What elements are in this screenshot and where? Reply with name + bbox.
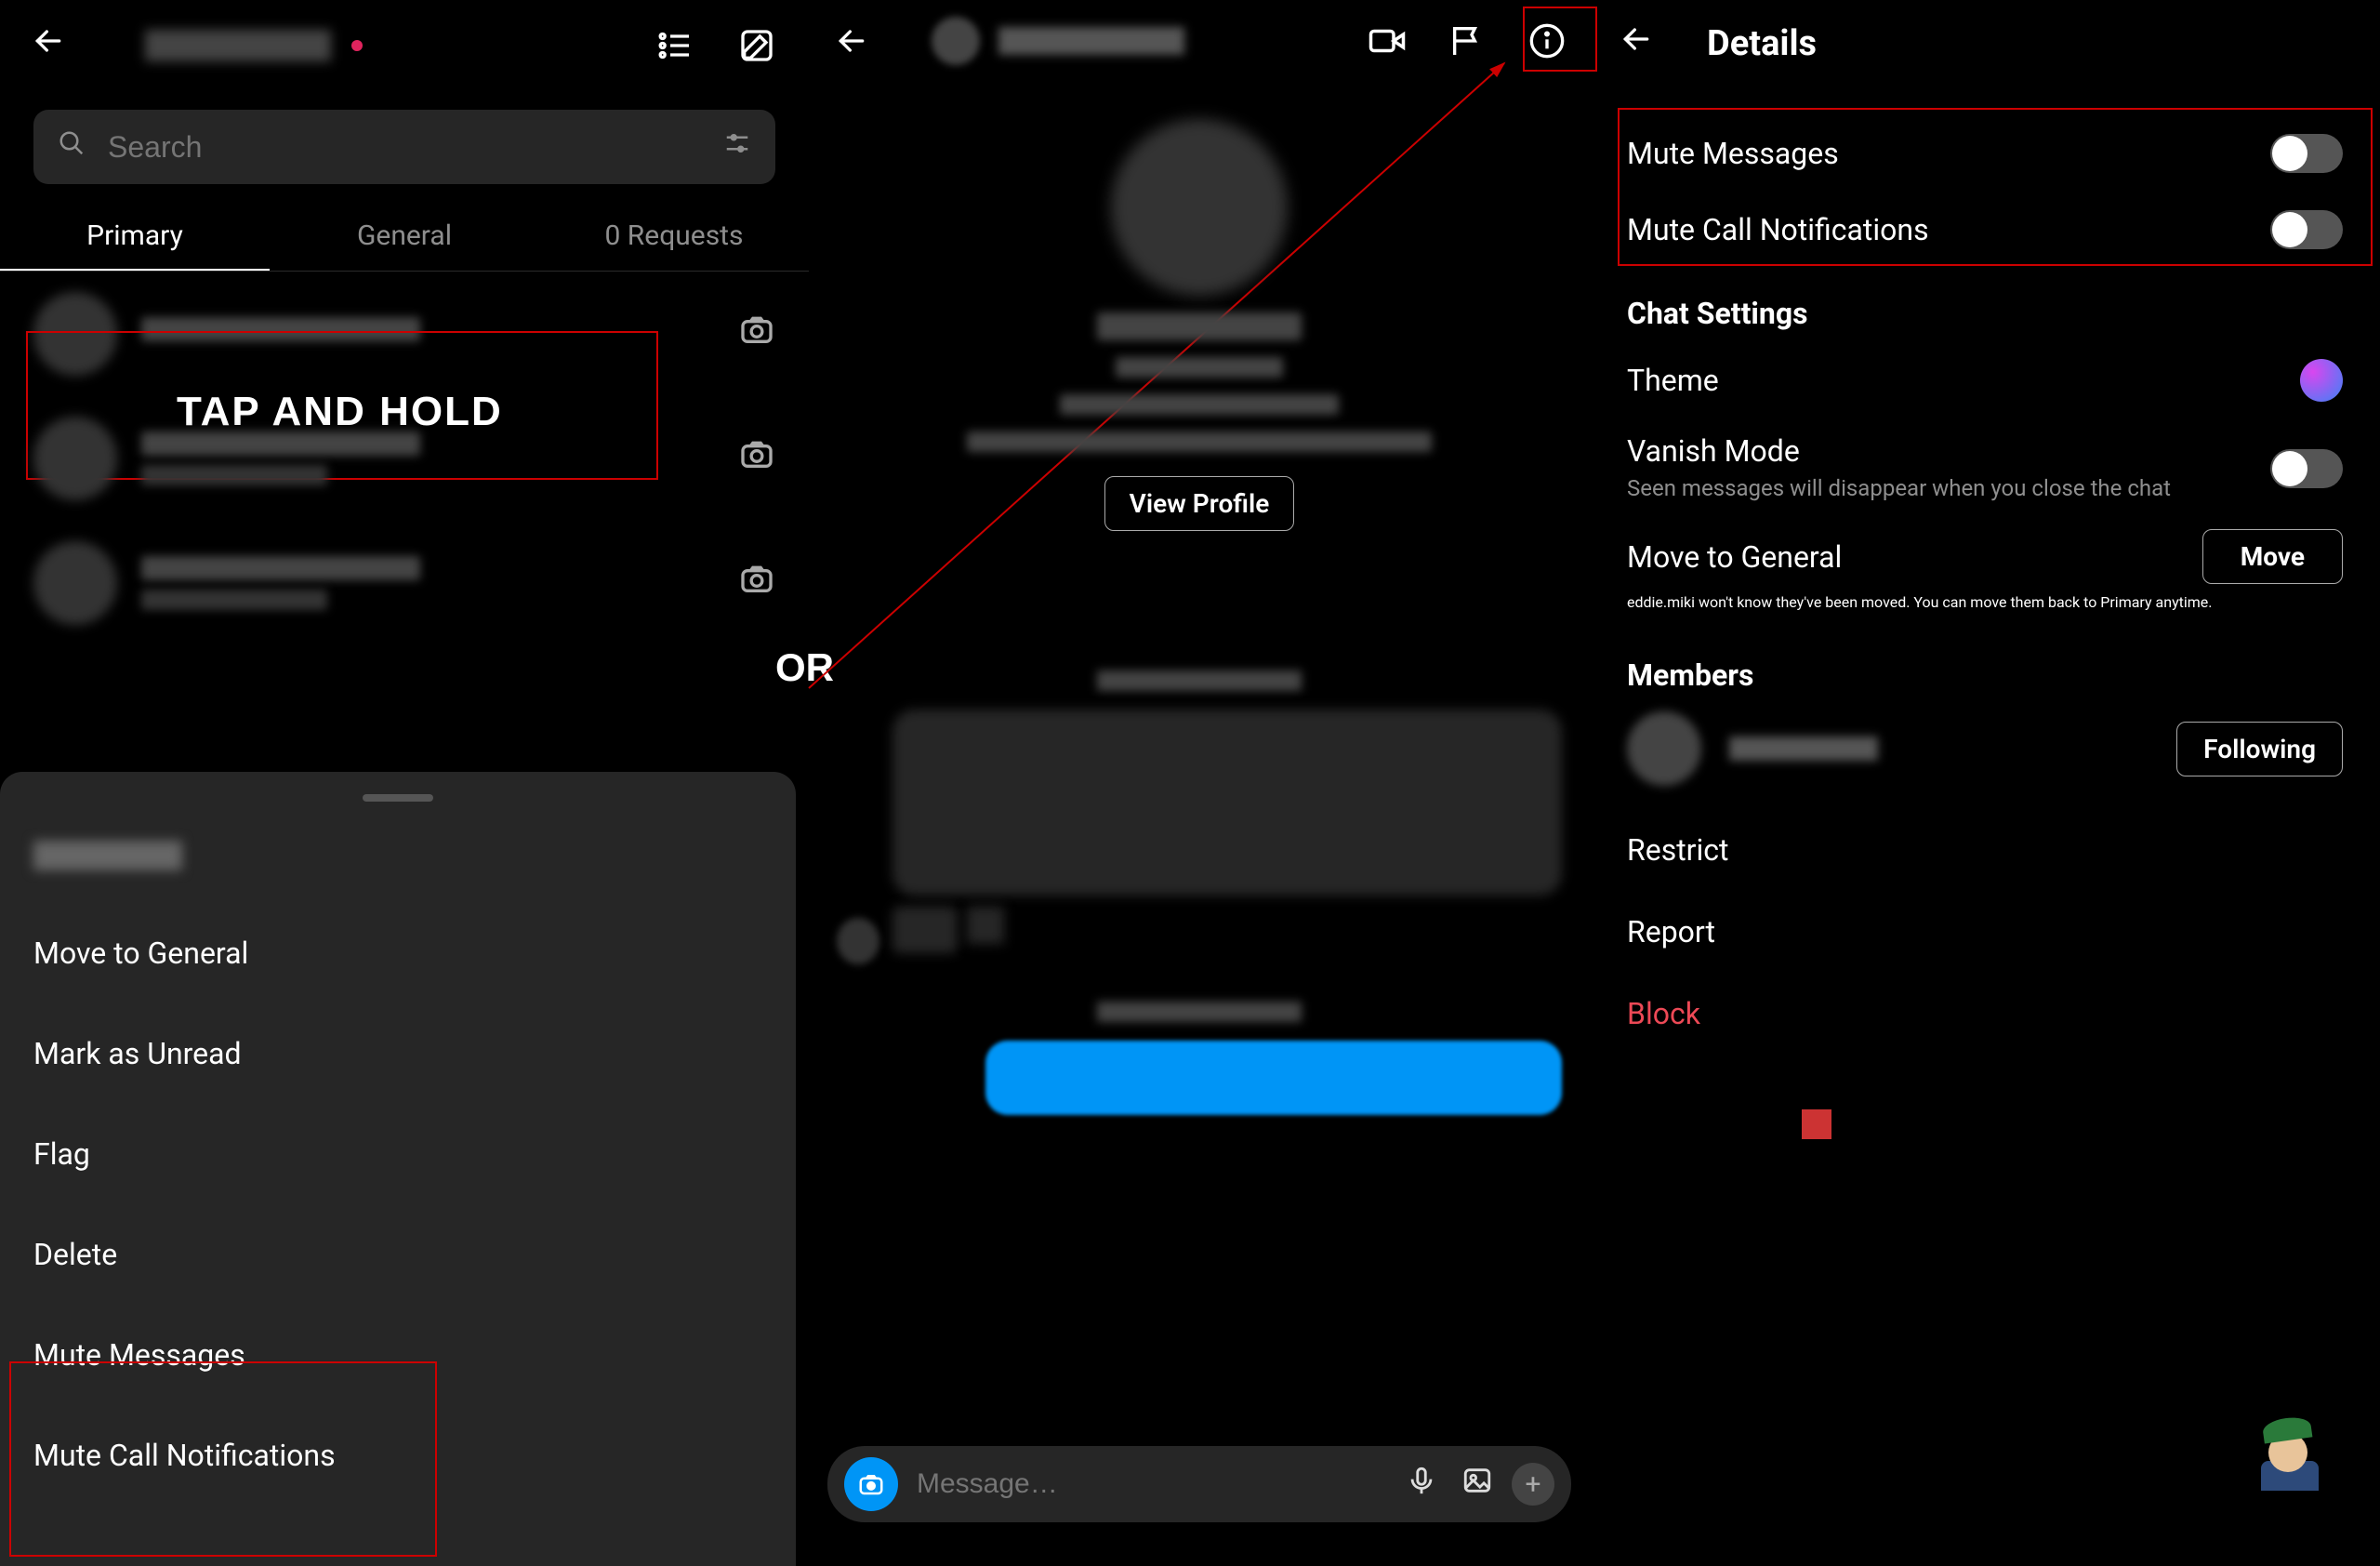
context-username — [33, 841, 182, 870]
vanish-label: Vanish Mode — [1627, 433, 2171, 469]
list-icon[interactable] — [653, 23, 697, 68]
profile-preview: View Profile — [809, 119, 1590, 531]
message-bubble[interactable] — [985, 1041, 1562, 1115]
details-screen: Details Mute Messages Mute Call Notifica… — [1590, 0, 2380, 1546]
dm-tabs: Primary General 0 Requests — [0, 203, 809, 272]
mute-calls-row: Mute Call Notifications — [1627, 192, 2343, 268]
camera-button[interactable] — [844, 1457, 898, 1511]
search-icon — [58, 128, 86, 166]
menu-delete[interactable]: Delete — [33, 1237, 762, 1272]
outgoing-message — [809, 1041, 1590, 1145]
menu-mark-unread[interactable]: Mark as Unread — [33, 1036, 762, 1071]
details-header: Details — [1590, 0, 2380, 87]
theme-label: Theme — [1627, 363, 1719, 398]
mute-messages-toggle[interactable] — [2270, 134, 2343, 173]
timestamp — [1097, 1002, 1302, 1022]
dm-list-screen: Primary General 0 Requests TAP AND HOLD … — [0, 0, 809, 1546]
microphone-icon[interactable] — [1406, 1465, 1437, 1505]
profile-meta — [1060, 394, 1339, 415]
account-username[interactable] — [145, 30, 331, 61]
tab-requests[interactable]: 0 Requests — [539, 203, 809, 271]
details-body: Mute Messages Mute Call Notifications Ch… — [1590, 87, 2380, 1059]
block-action[interactable]: Block — [1627, 996, 2343, 1031]
chat-username[interactable] — [998, 27, 1184, 55]
dm-header — [0, 0, 809, 91]
search-bar[interactable] — [33, 110, 775, 184]
member-name — [1729, 737, 1878, 761]
message-bubble[interactable] — [892, 710, 1562, 896]
mute-calls-label: Mute Call Notifications — [1627, 212, 1929, 247]
back-icon[interactable] — [827, 17, 876, 65]
camera-icon[interactable] — [738, 435, 775, 482]
filter-icon[interactable] — [723, 129, 751, 165]
vanish-sublabel: Seen messages will disappear when you cl… — [1627, 474, 2171, 503]
chat-settings-title: Chat Settings — [1627, 296, 2343, 331]
chat-row[interactable] — [0, 521, 809, 645]
drag-handle[interactable] — [363, 794, 433, 802]
flag-icon[interactable] — [1443, 17, 1491, 65]
restrict-action[interactable]: Restrict — [1627, 832, 2343, 868]
profile-name — [1097, 312, 1302, 340]
unread-dot — [351, 40, 363, 51]
reaction[interactable] — [892, 907, 958, 953]
annotation-or: OR — [775, 645, 834, 690]
message-composer: + — [827, 1446, 1571, 1522]
mascot-icon — [2257, 1414, 2324, 1491]
menu-mute-messages[interactable]: Mute Messages — [33, 1337, 762, 1373]
incoming-message — [809, 710, 1590, 964]
menu-move-general[interactable]: Move to General — [33, 936, 762, 971]
profile-handle — [1116, 357, 1283, 378]
report-action[interactable]: Report — [1627, 914, 2343, 949]
view-profile-button[interactable]: View Profile — [1104, 476, 1295, 531]
chat-header — [809, 0, 1590, 82]
camera-icon[interactable] — [738, 311, 775, 357]
gallery-icon[interactable] — [1461, 1465, 1493, 1505]
chat-screen: OR View Profile — [809, 0, 1590, 1546]
reaction[interactable] — [967, 907, 1004, 944]
chat-row[interactable] — [0, 272, 809, 396]
move-row: Move to General Move — [1627, 516, 2343, 597]
compose-icon[interactable] — [734, 23, 779, 68]
mute-calls-toggle[interactable] — [2270, 210, 2343, 249]
context-menu: Move to General Mark as Unread Flag Dele… — [0, 772, 796, 1566]
avatar[interactable] — [1111, 119, 1288, 296]
mute-messages-row: Mute Messages — [1627, 115, 2343, 192]
move-sublabel: eddie.miki won't know they've been moved… — [1627, 593, 2343, 611]
menu-flag[interactable]: Flag — [33, 1136, 762, 1172]
back-icon[interactable] — [1618, 19, 1655, 69]
vanish-row: Vanish Mode Seen messages will disappear… — [1627, 420, 2343, 516]
mute-messages-label: Mute Messages — [1627, 136, 1839, 171]
tab-primary[interactable]: Primary — [0, 203, 270, 271]
video-call-icon[interactable] — [1363, 17, 1411, 65]
avatar[interactable] — [1627, 711, 1701, 786]
theme-row[interactable]: Theme — [1627, 340, 2343, 420]
back-icon[interactable] — [30, 20, 67, 71]
avatar — [33, 541, 117, 625]
member-row: Following — [1627, 711, 2343, 786]
tab-general[interactable]: General — [270, 203, 539, 271]
annotation-tap-hold: TAP AND HOLD — [177, 389, 503, 435]
theme-color-icon — [2300, 359, 2343, 402]
members-title: Members — [1627, 657, 2343, 693]
profile-meta — [967, 431, 1432, 452]
avatar — [33, 417, 117, 500]
search-input[interactable] — [108, 130, 723, 165]
message-input[interactable] — [917, 1468, 1382, 1500]
avatar — [837, 918, 879, 964]
menu-mute-calls[interactable]: Mute Call Notifications — [33, 1438, 762, 1473]
avatar — [33, 292, 117, 376]
info-icon[interactable] — [1523, 17, 1571, 65]
following-button[interactable]: Following — [2176, 722, 2343, 776]
more-icon[interactable]: + — [1512, 1463, 1554, 1506]
camera-icon[interactable] — [738, 560, 775, 606]
timestamp — [1097, 670, 1302, 691]
vanish-toggle[interactable] — [2270, 449, 2343, 488]
avatar[interactable] — [932, 17, 980, 65]
move-button[interactable]: Move — [2202, 529, 2343, 584]
page-title: Details — [1707, 23, 1817, 64]
move-label: Move to General — [1627, 539, 1842, 575]
